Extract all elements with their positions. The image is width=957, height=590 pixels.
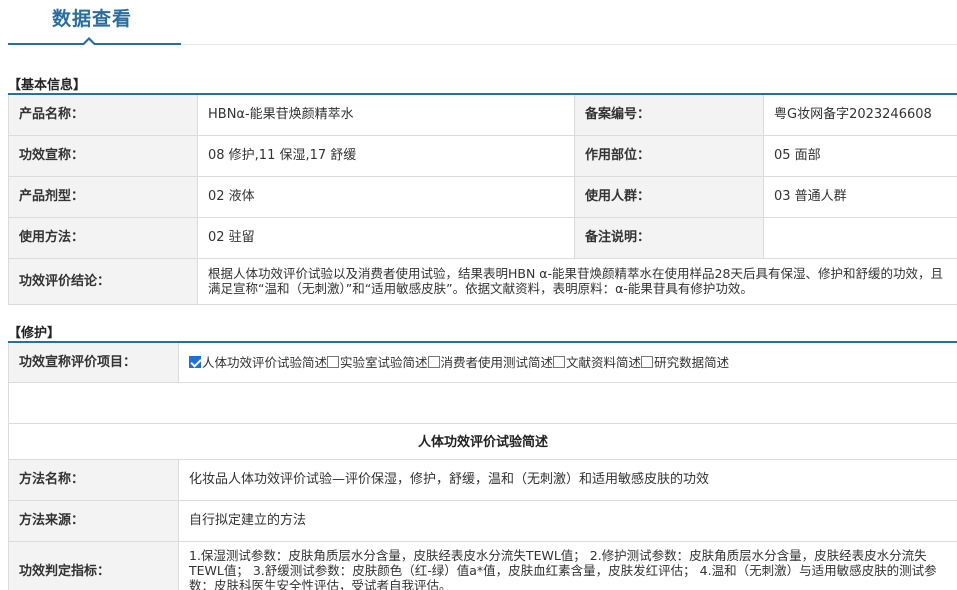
checkbox-checked-icon[interactable] <box>189 355 201 368</box>
checkbox-consumer-test[interactable]: 消费者使用测试简述 <box>427 355 553 370</box>
product-name-label: 产品名称： <box>8 93 198 136</box>
record-number-label: 备案编号： <box>574 93 764 136</box>
table-row: 产品名称： HBNα-能果苷焕颜精萃水 备案编号： 粤G妆网备字20232466… <box>8 93 957 136</box>
page-title[interactable]: 数据查看 <box>52 4 132 31</box>
product-name-value: HBNα-能果苷焕颜精萃水 <box>197 93 575 136</box>
empty-cell <box>8 381 957 424</box>
basic-info-section-title: 【基本信息】 <box>8 78 87 93</box>
evaluation-items-checkboxes: 人体功效评价试验简述 实验室试验简述 消费者使用测试简述 文献资料简述 研究数据简述 <box>178 341 957 383</box>
conclusion-label: 功效评价结论： <box>8 257 198 305</box>
indicator-label: 功效判定指标： <box>8 540 179 590</box>
checkbox-unchecked-icon[interactable] <box>427 355 440 368</box>
method-source-label: 方法来源： <box>8 499 179 542</box>
checkbox-unchecked-icon[interactable] <box>641 355 654 368</box>
application-area-label: 作用部位： <box>574 134 764 177</box>
dosage-form-value: 02 液体 <box>197 175 575 218</box>
page: 数据查看 【基本信息】 产品名称： HBNα-能果苷焕颜精萃水 备案编号： 粤G… <box>0 0 957 590</box>
indicator-value: 1.保湿测试参数：皮肤角质层水分含量，皮肤经表皮水分流失TEWL值； 2.修护测… <box>178 540 957 590</box>
checkbox-lab-test[interactable]: 实验室试验简述 <box>327 355 428 370</box>
repair-table: 功效宣称评价项目： 人体功效评价试验简述 实验室试验简述 消费者使用测试简述 文献资料… <box>8 341 957 590</box>
method-name-value: 化妆品人体功效评价试验—评价保湿，修护，舒缓，温和（无刺激）和适用敏感皮肤的功效 <box>178 458 957 501</box>
repair-section-title: 【修护】 <box>8 326 61 341</box>
table-row-empty <box>8 381 957 424</box>
dosage-form-label: 产品剂型： <box>8 175 198 218</box>
header-divider <box>181 44 957 45</box>
table-row: 功效宣称： 08 修护,11 保湿,17 舒缓 作用部位： 05 面部 <box>8 134 957 177</box>
evaluation-items-label: 功效宣称评价项目： <box>8 341 179 383</box>
target-users-value: 03 普通人群 <box>763 175 957 218</box>
active-tab-arrow-inner <box>84 40 94 45</box>
method-name-label: 方法名称： <box>8 458 179 501</box>
usage-method-value: 02 驻留 <box>197 216 575 259</box>
table-row: 方法名称： 化妆品人体功效评价试验—评价保湿，修护，舒缓，温和（无刺激）和适用敏… <box>8 458 957 501</box>
method-source-value: 自行拟定建立的方法 <box>178 499 957 542</box>
record-number-value: 粤G妆网备字2023246608 <box>763 93 957 136</box>
application-area-value: 05 面部 <box>763 134 957 177</box>
table-row: 功效判定指标： 1.保湿测试参数：皮肤角质层水分含量，皮肤经表皮水分流失TEWL… <box>8 540 957 590</box>
remarks-label: 备注说明： <box>574 216 764 259</box>
header: 数据查看 <box>0 0 957 46</box>
target-users-label: 使用人群： <box>574 175 764 218</box>
subsection-title: 人体功效评价试验简述 <box>8 422 957 460</box>
efficacy-claim-label: 功效宣称： <box>8 134 198 177</box>
table-row: 人体功效评价试验简述 <box>8 422 957 460</box>
table-row: 功效评价结论： 根据人体功效评价试验以及消费者使用试验，结果表明HBN α-能果… <box>8 257 957 305</box>
efficacy-claim-value: 08 修护,11 保湿,17 舒缓 <box>197 134 575 177</box>
usage-method-label: 使用方法： <box>8 216 198 259</box>
checkbox-literature[interactable]: 文献资料简述 <box>553 355 641 370</box>
checkbox-unchecked-icon[interactable] <box>327 355 340 368</box>
conclusion-value: 根据人体功效评价试验以及消费者使用试验，结果表明HBN α-能果苷焕颜精萃水在使… <box>197 257 957 305</box>
table-row: 使用方法： 02 驻留 备注说明： <box>8 216 957 259</box>
table-row: 产品剂型： 02 液体 使用人群： 03 普通人群 <box>8 175 957 218</box>
checkbox-unchecked-icon[interactable] <box>553 355 566 368</box>
checkbox-human-trial[interactable]: 人体功效评价试验简述 <box>189 355 327 370</box>
table-row: 方法来源： 自行拟定建立的方法 <box>8 499 957 542</box>
remarks-value <box>763 216 957 259</box>
basic-info-table: 产品名称： HBNα-能果苷焕颜精萃水 备案编号： 粤G妆网备字20232466… <box>8 93 957 305</box>
table-row: 功效宣称评价项目： 人体功效评价试验简述 实验室试验简述 消费者使用测试简述 文献资料… <box>8 341 957 383</box>
checkbox-research-data[interactable]: 研究数据简述 <box>641 355 729 370</box>
